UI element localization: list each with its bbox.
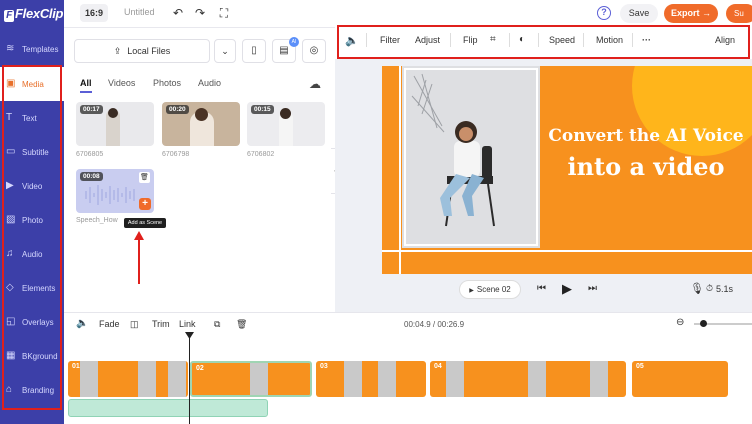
- media-thumbnail[interactable]: 00:15: [247, 102, 325, 146]
- export-button[interactable]: Export →: [664, 4, 718, 23]
- clip-photo: [446, 361, 464, 397]
- save-button[interactable]: Save: [620, 4, 658, 23]
- upload-dropdown-button[interactable]: ⌄: [214, 39, 236, 63]
- link-button[interactable]: Link: [179, 319, 196, 329]
- zoom-slider-handle[interactable]: [700, 320, 707, 327]
- scene-duration: 5.1s: [716, 284, 734, 294]
- timeline-clip[interactable]: 04: [430, 361, 626, 397]
- sidebar-item-label: Templates: [22, 44, 59, 54]
- clip-photo: [168, 361, 186, 397]
- fullscreen-icon[interactable]: ⛶: [217, 6, 231, 20]
- person-head: [108, 108, 118, 118]
- sidebar-highlight-box: [2, 65, 62, 410]
- microphone-icon[interactable]: 🎙: [690, 282, 704, 295]
- toolbar-highlight-box: [337, 25, 750, 59]
- clip-number: 04: [434, 363, 442, 370]
- timer-icon: ⏱: [706, 283, 714, 293]
- add-scene-button[interactable]: +: [139, 198, 151, 210]
- tab-all[interactable]: All: [80, 78, 92, 93]
- upload-icon: ⇪: [113, 46, 122, 56]
- ai-badge: AI: [289, 37, 299, 47]
- audio-track[interactable]: [68, 399, 268, 417]
- tab-audio[interactable]: Audio: [198, 78, 221, 88]
- timeline-toolbar: 🔈 Fade ◫ Trim Link ⧉ 🗑 00:04.9 / 00:26.9…: [64, 312, 752, 334]
- duplicate-icon[interactable]: ⧉: [214, 319, 220, 330]
- clip-number: 02: [196, 365, 204, 372]
- timeline-clip[interactable]: 01: [68, 361, 188, 397]
- chevron-down-icon: ⌄: [221, 46, 229, 56]
- fade-button[interactable]: Fade: [99, 319, 120, 329]
- undo-icon[interactable]: ↶: [171, 6, 185, 20]
- clip-number: 01: [72, 363, 80, 370]
- layers-icon: ≋: [6, 43, 15, 54]
- clip-number: 03: [320, 363, 328, 370]
- clip-photo: [250, 363, 268, 395]
- project-title[interactable]: Untitled: [124, 7, 155, 17]
- flexclip-editor: F FlexClip ≋ Templates ▣ Media T Text ▭ Subtitle…: [0, 0, 752, 424]
- scene-selector-button[interactable]: ▶ Scene 02: [459, 280, 521, 299]
- duration-badge: 00:20: [166, 105, 189, 114]
- trim-button[interactable]: Trim: [152, 319, 170, 329]
- canvas-subheadline[interactable]: into a video: [540, 152, 752, 181]
- clip-photo: [80, 361, 98, 397]
- next-icon[interactable]: ⏭: [588, 283, 597, 294]
- media-caption: 6706802: [247, 151, 275, 158]
- duration-badge: 00:15: [251, 105, 274, 114]
- tab-videos[interactable]: Videos: [108, 78, 135, 88]
- media-thumbnail[interactable]: 00:17: [76, 102, 154, 146]
- trash-icon[interactable]: 🗑: [139, 172, 150, 183]
- annotation-arrow-icon: [134, 231, 144, 284]
- clip-photo: [590, 361, 608, 397]
- audio-media-item[interactable]: 00:08 🗑 +: [76, 169, 154, 213]
- preview-canvas[interactable]: Convert the AI Voice into a video: [382, 66, 752, 274]
- trash-icon[interactable]: 🗑: [236, 319, 247, 330]
- media-caption: 6706798: [162, 151, 190, 158]
- volume-icon[interactable]: 🔈: [76, 318, 88, 329]
- clip-photo: [528, 361, 546, 397]
- duration-badge: 00:17: [80, 105, 103, 114]
- local-files-button[interactable]: ⇪ Local Files: [74, 39, 210, 63]
- phone-upload-icon[interactable]: ▯: [242, 39, 266, 63]
- previous-icon[interactable]: ⏮: [537, 283, 546, 294]
- redo-icon[interactable]: ↷: [193, 6, 207, 20]
- media-panel: ⇪ Local Files ⌄ ▯ ▤ AI ◎ All Videos Photo…: [64, 28, 334, 312]
- play-icon[interactable]: ▶: [562, 281, 572, 297]
- clip-photo: [138, 361, 156, 397]
- play-small-icon: ▶: [469, 288, 474, 294]
- zoom-out-icon[interactable]: ⊖: [676, 317, 684, 328]
- tab-photos[interactable]: Photos: [153, 78, 181, 88]
- playhead[interactable]: [189, 333, 190, 424]
- timeline-clip[interactable]: 05: [632, 361, 728, 397]
- media-caption: 6706805: [76, 151, 104, 158]
- screen-record-icon[interactable]: ◎: [302, 39, 326, 63]
- help-icon[interactable]: ?: [597, 6, 611, 20]
- aspect-ratio-button[interactable]: 16:9: [80, 4, 108, 22]
- canvas-headline[interactable]: Convert the AI Voice: [540, 126, 752, 146]
- person-head: [195, 108, 208, 121]
- add-as-scene-tooltip: Add as Scene: [124, 218, 166, 228]
- clip-number: 05: [636, 363, 644, 370]
- timecode: 00:04.9 / 00:26.9: [404, 320, 465, 329]
- flexclip-logo: F FlexClip: [4, 6, 63, 22]
- timeline-clip-selected[interactable]: 02: [190, 361, 312, 397]
- timeline-clip[interactable]: 03: [316, 361, 426, 397]
- share-button[interactable]: Su: [726, 4, 752, 23]
- person-head: [280, 108, 291, 119]
- cloud-upload-icon[interactable]: ☁: [309, 77, 321, 91]
- clip-photo: [344, 361, 362, 397]
- media-caption: Speech_How: [76, 217, 118, 224]
- split-icon[interactable]: ◫: [130, 319, 139, 330]
- sidebar-item-templates[interactable]: ≋ Templates: [0, 32, 64, 66]
- media-thumbnail[interactable]: 00:20: [162, 102, 240, 146]
- clip-photo: [378, 361, 396, 397]
- duration-badge: 00:08: [80, 172, 103, 181]
